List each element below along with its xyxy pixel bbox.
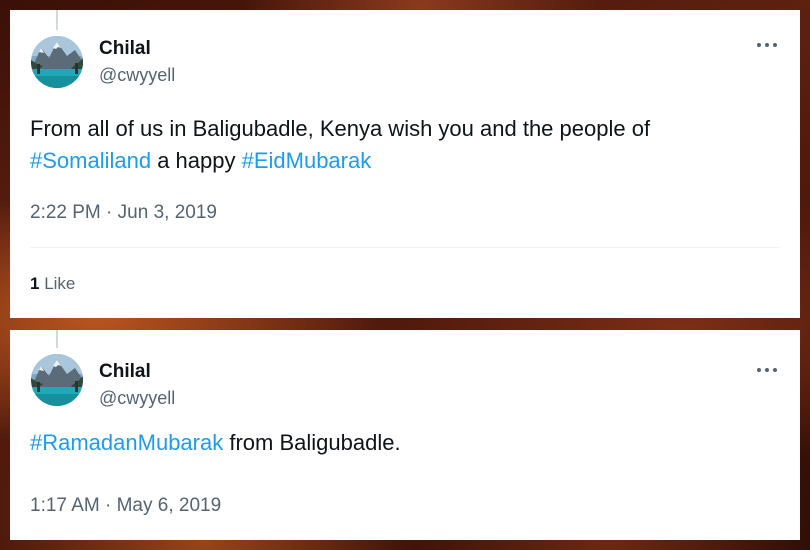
user-handle[interactable]: @cwyyell [99,65,175,86]
mountain-lake-avatar-icon [31,36,83,88]
display-name[interactable]: Chilal [99,361,151,383]
hashtag-link[interactable]: #EidMubarak [242,148,372,173]
tweet-text-fragment: from Baligubadle. [223,430,401,455]
tweet-time[interactable]: 1:17 AM [30,495,100,516]
tweet-text-fragment: a happy [151,148,242,173]
avatar[interactable] [31,354,83,406]
tweet-date[interactable]: Jun 3, 2019 [118,202,217,223]
tweet-card[interactable]: Chilal @cwyyell #RamadanMubarak from Bal… [10,330,800,540]
more-horizontal-icon[interactable] [754,38,780,52]
tweet-date[interactable]: May 6, 2019 [117,495,222,516]
timestamp[interactable]: 1:17 AM · May 6, 2019 [30,495,221,517]
mountain-lake-avatar-icon [31,354,83,406]
tweet-time[interactable]: 2:22 PM [30,202,101,223]
avatar[interactable] [31,36,83,88]
tweet-text-line: From all of us in Baligubadle, Kenya wis… [30,116,651,141]
likes-count[interactable]: 1 Like [30,274,75,294]
tweet-text: #RamadanMubarak from Baligubadle. [30,427,780,459]
divider [30,247,780,248]
tweet-text: From all of us in Baligubadle, Kenya wis… [30,113,780,177]
thread-connector-line [56,330,58,348]
tweet-card[interactable]: Chilal @cwyyell From all of us in Baligu… [10,10,800,318]
likes-label: Like [44,274,76,293]
likes-number: 1 [30,274,40,293]
thread-connector-line [56,10,58,30]
display-name[interactable]: Chilal [99,38,151,60]
more-horizontal-icon[interactable] [754,363,780,377]
user-handle[interactable]: @cwyyell [99,388,175,409]
hashtag-link[interactable]: #RamadanMubarak [30,430,223,455]
timestamp[interactable]: 2:22 PM · Jun 3, 2019 [30,202,217,224]
hashtag-link[interactable]: #Somaliland [30,148,151,173]
